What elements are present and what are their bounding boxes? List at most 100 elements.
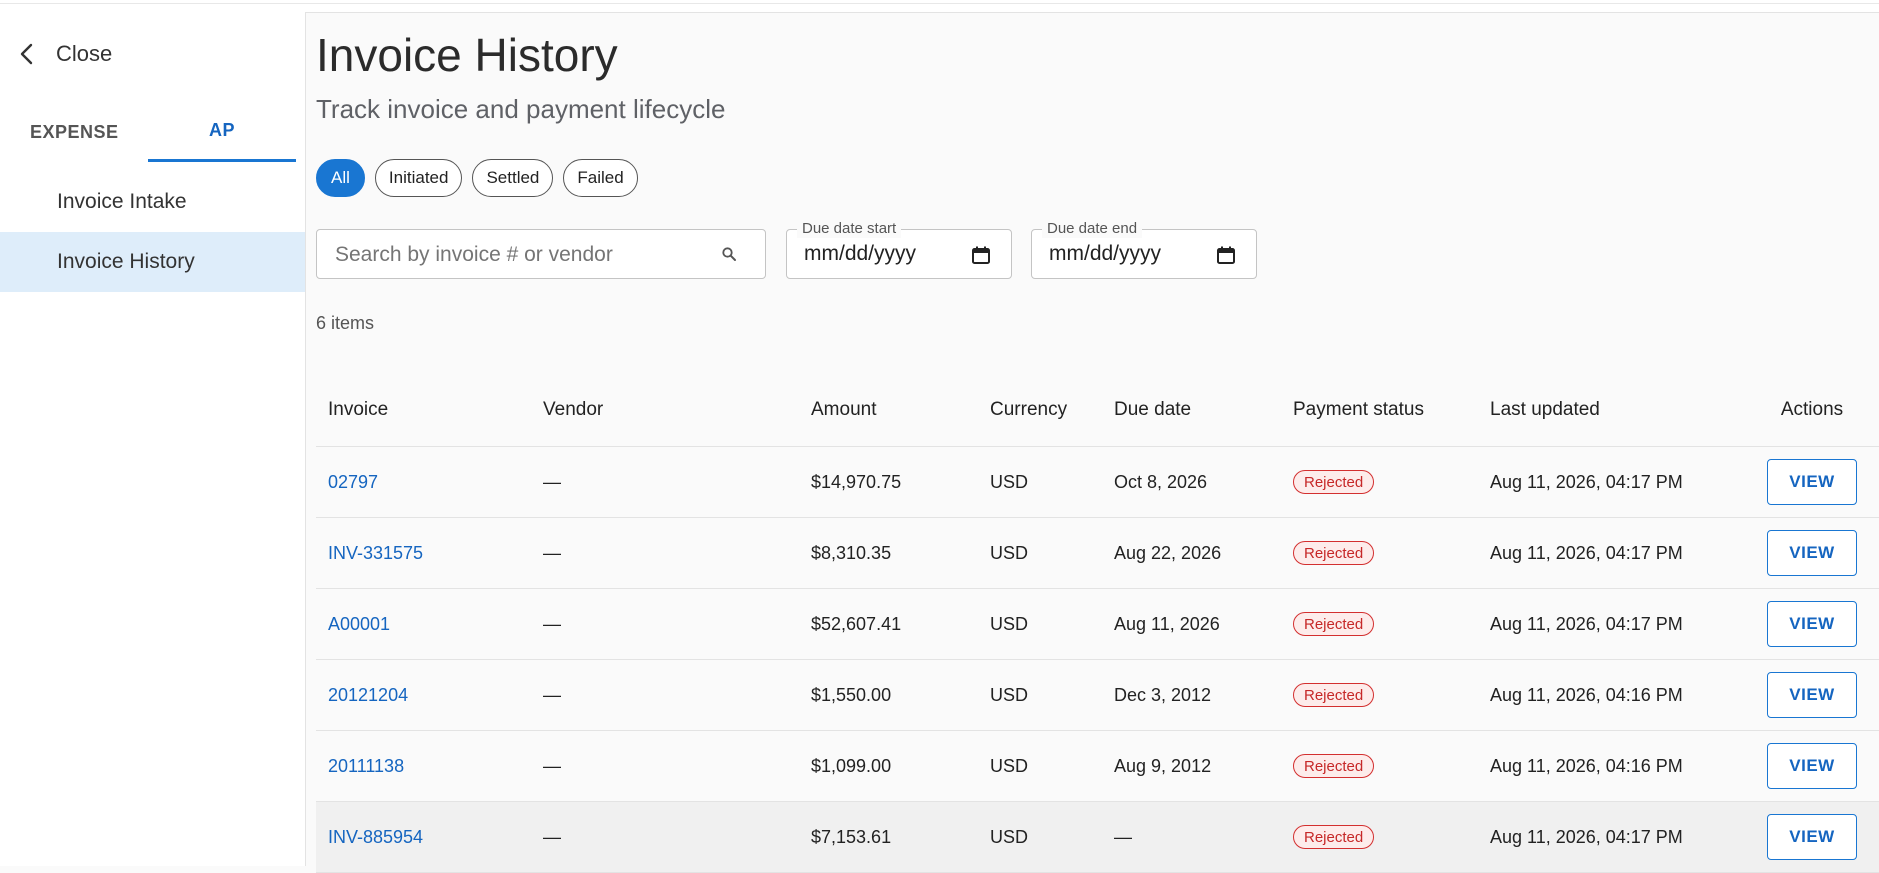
due-date-end-label: Due date end bbox=[1042, 220, 1143, 238]
amount-cell: $52,607.41 bbox=[811, 613, 902, 634]
search-field bbox=[316, 229, 766, 280]
sidebar: Close EXPENSE AP Invoice Intake Invoice … bbox=[0, 12, 306, 866]
table-row: A00001 — $52,607.41 USD Aug 11, 2026 Rej… bbox=[316, 589, 1879, 660]
search-input[interactable] bbox=[333, 230, 717, 280]
view-button[interactable]: VIEW bbox=[1767, 459, 1857, 505]
payment-status-cell: Rejected bbox=[1293, 589, 1375, 659]
currency-cell: USD bbox=[990, 684, 1029, 705]
status-badge: Rejected bbox=[1293, 470, 1375, 494]
close-button[interactable]: Close bbox=[18, 30, 112, 78]
close-label: Close bbox=[56, 41, 113, 66]
column-header-vendor[interactable]: Vendor bbox=[543, 374, 603, 446]
table-header: Invoice Vendor Amount Currency Due date … bbox=[316, 374, 1879, 447]
amount-cell: $7,153.61 bbox=[811, 826, 892, 847]
page-subtitle: Track invoice and payment lifecycle bbox=[316, 94, 726, 124]
calendar-icon[interactable] bbox=[1216, 245, 1236, 265]
status-badge: Rejected bbox=[1293, 683, 1375, 707]
currency-cell: USD bbox=[990, 613, 1029, 634]
actions-cell: VIEW bbox=[1756, 731, 1868, 801]
amount-cell: $1,099.00 bbox=[811, 755, 892, 776]
payment-status-cell: Rejected bbox=[1293, 447, 1375, 517]
status-badge: Rejected bbox=[1293, 612, 1375, 636]
item-count: 6 items bbox=[316, 313, 375, 333]
column-header-last-updated[interactable]: Last updated bbox=[1490, 374, 1600, 446]
last-updated-cell: Aug 11, 2026, 04:16 PM bbox=[1490, 755, 1683, 776]
due-date-cell: Aug 11, 2026 bbox=[1114, 613, 1220, 634]
actions-cell: VIEW bbox=[1756, 589, 1868, 659]
status-badge: Rejected bbox=[1293, 825, 1375, 849]
amount-cell: $8,310.35 bbox=[811, 542, 892, 563]
status-badge: Rejected bbox=[1293, 541, 1375, 565]
actions-cell: VIEW bbox=[1756, 447, 1868, 517]
last-updated-cell: Aug 11, 2026, 04:17 PM bbox=[1490, 542, 1683, 563]
vendor-cell: — bbox=[543, 684, 561, 705]
status-filter-chips: All Initiated Settled Failed bbox=[316, 159, 638, 197]
last-updated-cell: Aug 11, 2026, 04:16 PM bbox=[1490, 684, 1683, 705]
chip-initiated[interactable]: Initiated bbox=[374, 159, 463, 197]
chip-settled[interactable]: Settled bbox=[472, 159, 554, 197]
column-header-invoice[interactable]: Invoice bbox=[328, 374, 388, 446]
status-badge: Rejected bbox=[1293, 754, 1375, 778]
due-date-start-field[interactable]: Due date start mm/dd/yyyy bbox=[786, 220, 1012, 279]
view-button[interactable]: VIEW bbox=[1767, 530, 1857, 576]
main-content: Invoice History Track invoice and paymen… bbox=[316, 12, 1879, 873]
due-date-end-value: mm/dd/yyyy bbox=[1049, 242, 1162, 265]
invoice-link[interactable]: 20111138 bbox=[328, 731, 404, 801]
last-updated-cell: Aug 11, 2026, 04:17 PM bbox=[1490, 613, 1683, 634]
invoice-link[interactable]: 20121204 bbox=[328, 660, 408, 730]
currency-cell: USD bbox=[990, 826, 1029, 847]
vendor-cell: — bbox=[543, 613, 561, 634]
payment-status-cell: Rejected bbox=[1293, 802, 1375, 872]
actions-cell: VIEW bbox=[1756, 518, 1868, 588]
column-header-amount[interactable]: Amount bbox=[811, 374, 876, 446]
invoice-link[interactable]: 02797 bbox=[328, 447, 378, 517]
tab-ap[interactable]: AP bbox=[148, 102, 296, 162]
column-header-payment-status[interactable]: Payment status bbox=[1293, 374, 1424, 446]
invoice-link[interactable]: A00001 bbox=[328, 589, 390, 659]
calendar-icon[interactable] bbox=[971, 245, 991, 265]
chip-failed[interactable]: Failed bbox=[563, 159, 638, 197]
currency-cell: USD bbox=[990, 471, 1029, 492]
payment-status-cell: Rejected bbox=[1293, 660, 1375, 730]
sidebar-item-invoice-intake[interactable]: Invoice Intake bbox=[0, 172, 305, 232]
chip-all[interactable]: All bbox=[316, 159, 365, 197]
invoice-table: Invoice Vendor Amount Currency Due date … bbox=[316, 374, 1879, 873]
last-updated-cell: Aug 11, 2026, 04:17 PM bbox=[1490, 826, 1683, 847]
vendor-cell: — bbox=[543, 755, 561, 776]
column-header-actions: Actions bbox=[1780, 399, 1844, 420]
table-row: 20121204 — $1,550.00 USD Dec 3, 2012 Rej… bbox=[316, 660, 1879, 731]
table-row: 20111138 — $1,099.00 USD Aug 9, 2012 Rej… bbox=[316, 731, 1879, 802]
amount-cell: $14,970.75 bbox=[811, 471, 902, 492]
search-icon[interactable] bbox=[721, 246, 737, 262]
actions-cell: VIEW bbox=[1756, 802, 1868, 872]
currency-cell: USD bbox=[990, 755, 1029, 776]
invoice-link[interactable]: INV-885954 bbox=[328, 802, 423, 872]
page-title: Invoice History bbox=[316, 29, 618, 81]
table-row: INV-885954 — $7,153.61 USD — Rejected Au… bbox=[316, 802, 1879, 873]
amount-cell: $1,550.00 bbox=[811, 684, 892, 705]
view-button[interactable]: VIEW bbox=[1767, 601, 1857, 647]
due-date-start-label: Due date start bbox=[797, 220, 902, 238]
due-date-cell: Oct 8, 2026 bbox=[1114, 471, 1208, 492]
tab-expense[interactable]: EXPENSE bbox=[0, 102, 148, 162]
due-date-end-field[interactable]: Due date end mm/dd/yyyy bbox=[1031, 220, 1257, 279]
invoice-link[interactable]: INV-331575 bbox=[328, 518, 423, 588]
due-date-start-value: mm/dd/yyyy bbox=[804, 242, 917, 265]
vendor-cell: — bbox=[543, 542, 561, 563]
column-header-currency[interactable]: Currency bbox=[990, 374, 1067, 446]
module-tabs: EXPENSE AP bbox=[0, 102, 305, 162]
vendor-cell: — bbox=[543, 826, 561, 847]
chevron-left-icon bbox=[20, 43, 33, 65]
payment-status-cell: Rejected bbox=[1293, 731, 1375, 801]
table-row: INV-331575 — $8,310.35 USD Aug 22, 2026 … bbox=[316, 518, 1879, 589]
payment-status-cell: Rejected bbox=[1293, 518, 1375, 588]
view-button[interactable]: VIEW bbox=[1767, 743, 1857, 789]
due-date-cell: — bbox=[1114, 826, 1132, 847]
currency-cell: USD bbox=[990, 542, 1029, 563]
sidebar-item-invoice-history[interactable]: Invoice History bbox=[0, 232, 305, 292]
due-date-cell: Dec 3, 2012 bbox=[1114, 684, 1212, 705]
view-button[interactable]: VIEW bbox=[1767, 672, 1857, 718]
view-button[interactable]: VIEW bbox=[1767, 814, 1857, 860]
actions-cell: VIEW bbox=[1756, 660, 1868, 730]
column-header-due-date[interactable]: Due date bbox=[1114, 374, 1191, 446]
